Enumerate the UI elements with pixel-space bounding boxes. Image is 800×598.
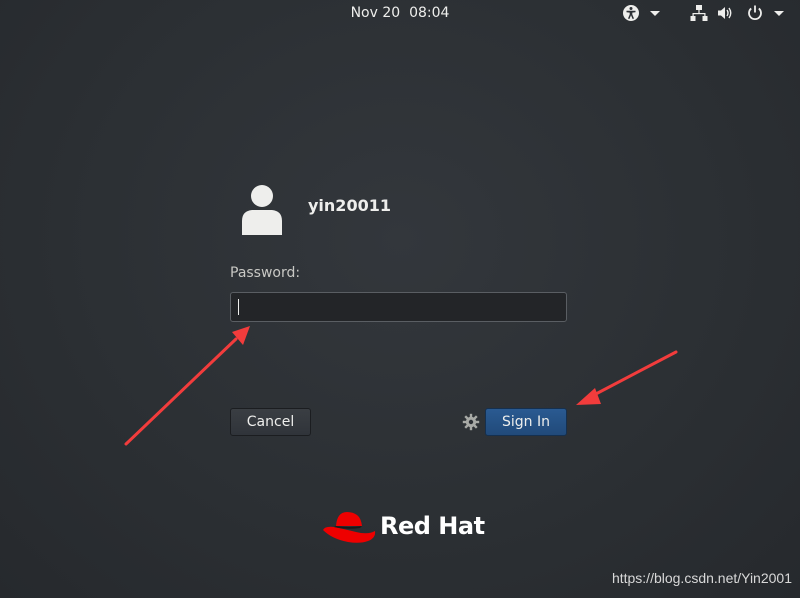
- chevron-down-icon[interactable]: [774, 11, 784, 16]
- user-avatar-icon: [240, 183, 284, 235]
- password-input[interactable]: [230, 292, 567, 322]
- clock[interactable]: Nov 20 08:04: [0, 5, 800, 21]
- red-hat-icon: [323, 512, 376, 543]
- network-icon[interactable]: [690, 4, 708, 22]
- password-label: Password:: [230, 265, 301, 281]
- volume-icon[interactable]: [716, 4, 734, 22]
- sign-in-button[interactable]: Sign In: [485, 408, 567, 436]
- annotation-arrow-signin: [576, 350, 678, 405]
- top-bar: Nov 20 08:04: [0, 0, 800, 26]
- chevron-down-icon[interactable]: [650, 11, 660, 16]
- login-screen: Nov 20 08:04 yin20011 Password: Cancel S…: [0, 0, 800, 598]
- text-cursor: [238, 299, 239, 315]
- logo-text: Red Hat: [380, 512, 485, 540]
- red-hat-logo: Red Hat: [322, 506, 485, 546]
- power-icon[interactable]: [746, 4, 764, 22]
- watermark: https://blog.csdn.net/Yin2001: [611, 570, 792, 586]
- cancel-button[interactable]: Cancel: [230, 408, 311, 436]
- username: yin20011: [308, 196, 391, 215]
- gear-icon[interactable]: [462, 413, 480, 431]
- accessibility-icon[interactable]: [622, 4, 640, 22]
